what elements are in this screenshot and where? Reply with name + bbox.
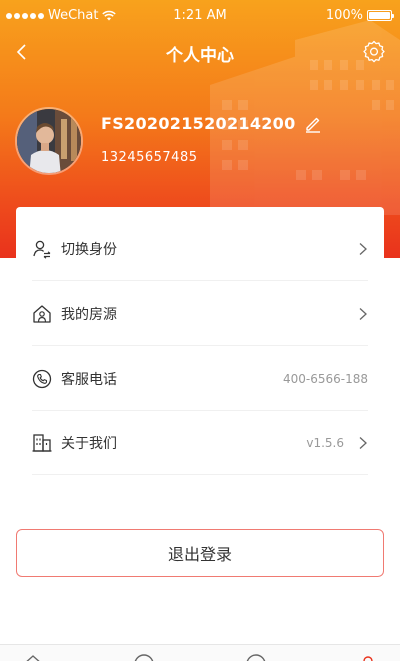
app-version: v1.5.6 bbox=[306, 436, 344, 450]
status-battery: 100% bbox=[325, 8, 394, 23]
status-bar: WeChat 1:21 AM 100% bbox=[0, 0, 400, 32]
tab-bar bbox=[0, 644, 400, 661]
divider bbox=[32, 280, 368, 281]
menu-item-label: 客服电话 bbox=[61, 372, 117, 388]
username: FS202021520214200 bbox=[101, 114, 296, 133]
menu-item-label: 关于我们 bbox=[61, 436, 117, 452]
page-title: 个人中心 bbox=[166, 46, 234, 66]
building-icon bbox=[32, 434, 52, 452]
discover-tab-icon[interactable] bbox=[133, 653, 155, 661]
nav-bar: 个人中心 bbox=[0, 32, 400, 72]
user-switch-icon bbox=[33, 240, 51, 259]
chevron-right-icon bbox=[359, 308, 367, 320]
pencil-icon[interactable] bbox=[304, 115, 322, 133]
username-row: FS202021520214200 bbox=[101, 114, 322, 133]
chevron-right-icon bbox=[359, 243, 367, 255]
user-phone: 13245657485 bbox=[101, 150, 198, 165]
divider bbox=[32, 474, 368, 475]
menu-item-about-us[interactable]: 关于我们 v1.5.6 bbox=[16, 411, 384, 475]
menu-item-label: 我的房源 bbox=[61, 307, 117, 323]
phone-icon bbox=[32, 369, 52, 389]
menu-card: 切换身份 我的房源 客服电话 400-6566-188 关于我们 v1.5.6 bbox=[16, 207, 384, 479]
service-phone-number: 400-6566-188 bbox=[282, 372, 368, 386]
home-tab-icon[interactable] bbox=[22, 653, 44, 661]
profile-tab-icon[interactable] bbox=[357, 653, 379, 661]
avatar[interactable] bbox=[15, 107, 83, 175]
battery-icon bbox=[367, 10, 394, 21]
menu-item-my-listings[interactable]: 我的房源 bbox=[16, 282, 384, 346]
chevron-right-icon bbox=[359, 437, 367, 449]
gear-icon[interactable] bbox=[362, 39, 386, 63]
logout-button[interactable]: 退出登录 bbox=[16, 529, 384, 577]
divider bbox=[32, 345, 368, 346]
message-tab-icon[interactable] bbox=[245, 653, 267, 661]
menu-item-label: 切换身份 bbox=[61, 242, 117, 258]
menu-item-switch-identity[interactable]: 切换身份 bbox=[16, 217, 384, 281]
battery-percent: 100% bbox=[325, 8, 363, 23]
menu-item-customer-service[interactable]: 客服电话 400-6566-188 bbox=[16, 347, 384, 411]
house-icon bbox=[33, 305, 51, 323]
